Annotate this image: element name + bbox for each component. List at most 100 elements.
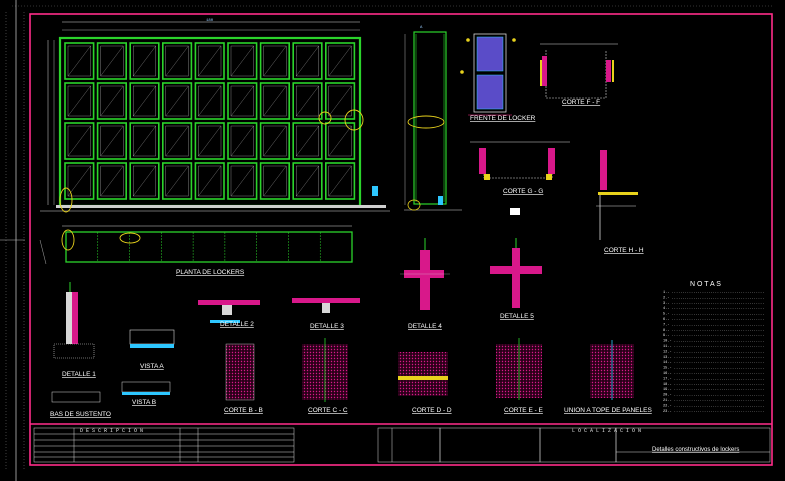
locker-door-diagonal [198, 165, 222, 197]
locker-door-diagonal [100, 85, 124, 117]
locker-door-diagonal [296, 45, 319, 77]
note-line: 12.- ...................................… [663, 350, 764, 354]
title-detalle-3: DETALLE 3 [310, 323, 344, 330]
note-line: 6.- ....................................… [663, 318, 764, 322]
locker-door-diagonal [328, 125, 352, 157]
locker-door-diagonal [165, 125, 189, 157]
locker-door-diagonal [328, 165, 352, 197]
locker-door-diagonal [133, 125, 156, 157]
title-block-description-header: D E S C R I P C I O N [80, 428, 143, 434]
locker-door-diagonal [100, 165, 124, 197]
sheet-margins [5, 5, 774, 470]
corte-gg: CORTE G - G [470, 141, 570, 215]
locker-door-diagonal [165, 85, 189, 117]
locker-cells [64, 42, 356, 200]
detalle-2: DETALLE 2 [198, 300, 260, 328]
corte-hh: CORTE H - H [596, 150, 644, 254]
title-corte-bb: CORTE B - B [224, 407, 263, 414]
detalle-5: DETALLE 5 [490, 238, 542, 320]
title-block [33, 427, 771, 463]
locker-door-diagonal [263, 45, 287, 77]
note-line: 4.- ....................................… [663, 307, 764, 311]
locker-door-diagonal [67, 125, 91, 157]
svg-text:180: 180 [206, 19, 214, 23]
locker-door-diagonal [296, 125, 319, 157]
note-line: 11.- ...................................… [663, 345, 764, 349]
note-line: 1.- ....................................… [663, 291, 764, 295]
note-line: 16.- ...................................… [663, 372, 764, 376]
title-corte-hh: CORTE H - H [604, 247, 644, 254]
note-line: 3.- ....................................… [663, 302, 764, 306]
locker-door-diagonal [230, 45, 254, 77]
locker-door-diagonal [165, 45, 189, 77]
cad-drawing: 180 A FRENTE DE LOCKER CORTE F - F CORTE… [0, 0, 774, 481]
title-base-sustento: BAS DE SUSTENTO [50, 411, 111, 418]
locker-door-diagonal [133, 165, 156, 197]
locker-door-diagonal [328, 85, 352, 117]
locker-door-diagonal [230, 85, 254, 117]
title-corte-ee: CORTE E - E [504, 407, 544, 414]
note-line: 7.- ....................................… [663, 323, 764, 327]
locker-door-diagonal [100, 45, 124, 77]
title-vista-a: VISTA A [140, 363, 164, 370]
note-line: 17.- ...................................… [663, 377, 764, 381]
locker-door-diagonal [133, 85, 156, 117]
locker-door-diagonal [263, 85, 287, 117]
locker-door-diagonal [100, 125, 124, 157]
note-line: 5.- ....................................… [663, 313, 764, 317]
locker-door-diagonal [230, 125, 254, 157]
title-detalle-1: DETALLE 1 [62, 371, 96, 378]
corte-ff: CORTE F - F [540, 43, 618, 106]
locker-door-diagonal [67, 85, 91, 117]
note-line: 15.- ...................................… [663, 367, 764, 371]
title-corte-cc: CORTE C - C [308, 407, 348, 414]
note-line: 22.- ...................................… [663, 404, 764, 408]
locker-door-diagonal [263, 165, 287, 197]
locker-door-diagonal [328, 45, 352, 77]
locker-door-diagonal [198, 85, 222, 117]
svg-text:A: A [420, 26, 423, 30]
title-corte-gg: CORTE G - G [503, 188, 543, 195]
title-vista-b: VISTA B [132, 399, 156, 406]
locker-door-diagonal [67, 165, 91, 197]
title-detalle-5: DETALLE 5 [500, 313, 534, 320]
locker-door-diagonal [296, 165, 319, 197]
locker-door-diagonal [296, 85, 319, 117]
title-union-paneles: UNION A TOPE DE PANELES [564, 407, 652, 414]
locker-door-diagonal [198, 125, 222, 157]
title-corte-ff: CORTE F - F [562, 99, 600, 106]
note-line: 10.- ...................................… [663, 340, 764, 344]
title-frente-locker: FRENTE DE LOCKER [470, 115, 536, 122]
detalle-3: DETALLE 3 [292, 298, 360, 330]
notes-heading: N O T A S [690, 281, 721, 288]
section-blocks: CORTE B - B CORTE C - C CORTE D - D CORT… [224, 338, 652, 414]
vista-b: VISTA B [121, 381, 171, 406]
project-title: Detalles constructivos de lockers [652, 447, 739, 453]
locker-door-diagonal [165, 165, 189, 197]
locker-plan: PLANTA DE LOCKERS [39, 225, 353, 276]
note-line: 21.- ...................................… [663, 399, 764, 403]
title-block-location-header: L O C A L I Z A C I O N [572, 428, 641, 434]
locker-side-view: A [404, 26, 462, 211]
detalle-1: DETALLE 1 BAS DE SUSTENTO [50, 282, 111, 418]
detalle-4: DETALLE 4 [400, 238, 450, 330]
note-line: 2.- ....................................… [663, 296, 764, 300]
locker-door-diagonal [133, 45, 156, 77]
locker-door-diagonal [198, 45, 222, 77]
note-line: 13.- ...................................… [663, 356, 764, 360]
locker-door-diagonal [230, 165, 254, 197]
note-line: 8.- ....................................… [663, 329, 764, 333]
notes-panel: N O T A S 1.- ..........................… [663, 281, 764, 414]
drawing-frame [29, 13, 773, 466]
locker-door-diagonal [67, 45, 91, 77]
title-corte-dd: CORTE D - D [412, 407, 452, 414]
locker-front-detail: FRENTE DE LOCKER [460, 33, 536, 122]
note-line: 23.- ...................................… [663, 410, 764, 414]
note-line: 14.- ...................................… [663, 361, 764, 365]
title-detalle-2: DETALLE 2 [220, 321, 254, 328]
note-line: 18.- ...................................… [663, 383, 764, 387]
note-line: 19.- ...................................… [663, 388, 764, 392]
note-line: 9.- ....................................… [663, 334, 764, 338]
locker-door-diagonal [263, 125, 287, 157]
locker-elevation: 180 [40, 19, 390, 213]
